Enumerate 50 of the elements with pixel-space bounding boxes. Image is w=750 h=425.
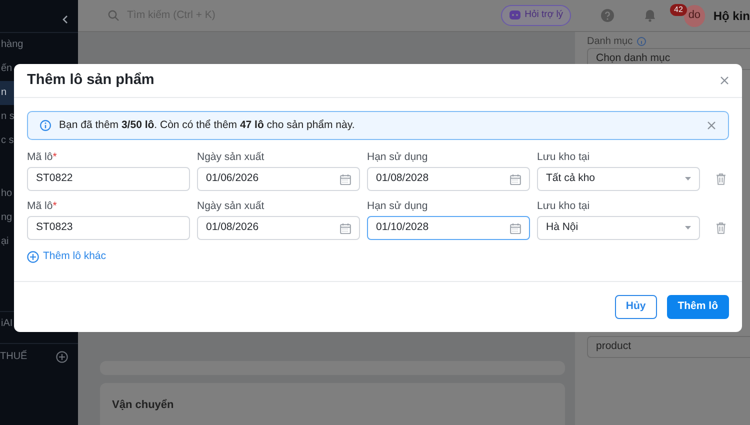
help-icon[interactable]	[600, 9, 614, 22]
dropdown[interactable]: Hà Nội	[537, 216, 700, 240]
field-label: Lưu kho tại	[537, 151, 591, 164]
assistant-button[interactable]: Hỏi trợ lý	[500, 5, 572, 26]
date-field[interactable]: 01/08/2028	[367, 167, 530, 191]
text-field[interactable]: ST0822	[27, 167, 190, 191]
section-title: Vận chuyển	[112, 398, 175, 413]
dropdown[interactable]: Tất cả kho	[537, 167, 700, 191]
required-mark: *	[52, 151, 57, 164]
field-label: Danh mục	[587, 34, 633, 48]
caret-icon	[685, 226, 691, 230]
section-heading: THUẾ	[0, 349, 28, 364]
required-mark: *	[52, 200, 57, 213]
trash-icon[interactable]	[716, 173, 726, 185]
sidebar-item[interactable]: hàng	[0, 33, 78, 57]
field-label: Lưu kho tại	[537, 200, 591, 213]
calendar-icon	[510, 174, 521, 184]
chat-bot-icon	[508, 10, 521, 21]
date-field[interactable]: 01/10/2028	[367, 216, 530, 240]
calendar-icon	[340, 222, 351, 234]
add-batch-link[interactable]: Thêm lô khác	[27, 249, 106, 265]
close-icon[interactable]	[707, 121, 716, 130]
text-field[interactable]: ST0823	[27, 216, 190, 240]
add-icon	[27, 250, 39, 263]
field-label: Hạn sử dụng	[367, 151, 429, 164]
field-label: Hạn sử dụng	[367, 200, 429, 213]
field-label: Mã lô*	[27, 200, 58, 213]
calendar-icon	[510, 222, 521, 234]
cancel-button[interactable]: Hủy	[614, 295, 657, 319]
field-label: Ngày sản xuất	[197, 200, 266, 213]
calendar-icon	[340, 174, 351, 184]
collapse-icon[interactable]	[62, 15, 68, 24]
alert-message: Bạn đã thêm 3/50 lô. Còn có thể thêm 47 lô cho sản phẩm này.	[59, 118, 356, 133]
bell-icon[interactable]	[644, 9, 656, 22]
trash-icon[interactable]	[716, 222, 726, 234]
avatar[interactable]: do	[684, 4, 706, 26]
date-field[interactable]: 01/06/2026	[197, 167, 360, 191]
caret-icon	[685, 177, 691, 181]
field-label: Mã lô*	[27, 151, 58, 164]
dialog-title: Thêm lô sản phẩm	[27, 72, 154, 90]
search-icon	[108, 10, 119, 21]
add-icon[interactable]	[56, 350, 68, 362]
info-icon	[40, 120, 51, 131]
add-button[interactable]: Thêm lô	[666, 295, 729, 319]
info-icon	[636, 36, 646, 46]
field-label: Ngày sản xuất	[197, 151, 266, 164]
tag-field[interactable]: product	[587, 336, 750, 358]
date-field[interactable]: 01/08/2026	[197, 216, 360, 240]
user-name[interactable]: Hộ kin	[713, 6, 750, 24]
close-icon[interactable]	[720, 76, 729, 85]
